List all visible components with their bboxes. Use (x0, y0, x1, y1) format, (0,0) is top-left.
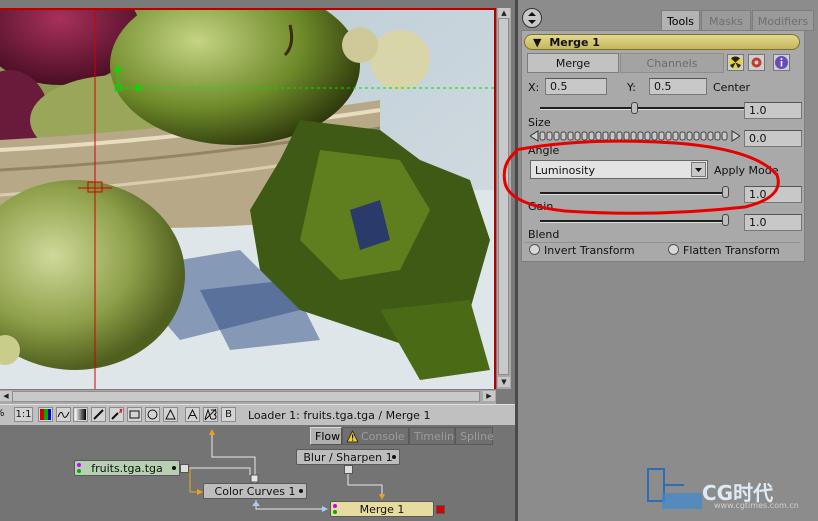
node-view-dot (77, 469, 81, 473)
blend-label: Blend (528, 228, 560, 241)
loader-node[interactable]: fruits.tga.tga (74, 460, 180, 476)
tools-panel: Tools Masks Modifiers ▼ Merge 1 Merge Ch… (515, 0, 818, 521)
magic-wand-icon[interactable] (109, 407, 124, 422)
invert-transform-label: Invert Transform (544, 244, 635, 257)
color-curves-node-label: Color Curves 1 (214, 485, 296, 498)
center-slider-handle[interactable] (631, 102, 638, 114)
horizontal-scroll-thumb[interactable] (12, 391, 480, 402)
color-curves-node[interactable]: Color Curves 1 (203, 483, 307, 499)
tab-masks[interactable]: Masks (701, 10, 751, 31)
center-slider-input[interactable]: 1.0 (744, 102, 802, 119)
center-y-label: Y: (627, 81, 636, 94)
zoom-percent-button[interactable]: % (0, 407, 5, 422)
scroll-down-icon[interactable]: ▼ (498, 377, 510, 387)
panel-scroll-button[interactable] (522, 8, 542, 28)
loader-node-label: fruits.tga.tga (91, 462, 163, 475)
gradient-tool-icon[interactable] (73, 407, 88, 422)
cg-times-watermark: CG时代 www.cgtimes.com.cn (644, 463, 814, 517)
text-tool-icon[interactable] (185, 407, 200, 422)
tool-header[interactable]: ▼ Merge 1 (524, 34, 800, 50)
subtab-channels[interactable]: Channels (620, 53, 724, 73)
buffer-b-button[interactable]: B (221, 407, 236, 422)
paint-tool-icon[interactable] (91, 407, 106, 422)
merge-node[interactable]: Merge 1 (330, 501, 434, 517)
spline-tool-icon[interactable] (56, 407, 71, 422)
center-x-input[interactable]: 0.5 (545, 78, 607, 95)
node-input-dot (77, 463, 81, 467)
radiation-icon[interactable] (727, 54, 744, 71)
watermark-url: www.cgtimes.com.cn (714, 501, 799, 510)
node-output-dot (172, 466, 176, 470)
rectangle-mask-icon[interactable] (127, 407, 142, 422)
node-input-dot (333, 504, 337, 508)
blur-sharpen-node-label: Blur / Sharpen 1 (303, 451, 393, 464)
apply-mode-highlight (502, 139, 780, 215)
merge-output-port[interactable] (436, 505, 445, 514)
flatten-transform-label: Flatten Transform (683, 244, 780, 257)
subtab-merge[interactable]: Merge (527, 53, 619, 73)
node-output-dot (392, 455, 396, 459)
center-slider[interactable] (540, 107, 745, 110)
rgb-channel-icon[interactable] (38, 407, 53, 422)
loader-output-port[interactable] (180, 464, 189, 473)
blur-output-port[interactable] (344, 465, 353, 474)
node-view-dot (333, 510, 337, 514)
invert-transform-radio[interactable] (529, 244, 540, 255)
center-y-input[interactable]: 0.5 (649, 78, 707, 95)
viewer-toolbar: % 1:1 B Loader 1: fruits.tga.tga / Merge… (0, 404, 515, 426)
tool-name: Merge 1 (549, 36, 600, 49)
flatten-transform-radio[interactable] (668, 244, 679, 255)
viewer[interactable]: ▲ ▼ ◀ ▶ % 1:1 B Loader 1: fruits.tga.tga… (0, 0, 515, 430)
viewer-status-text: Loader 1: fruits.tga.tga / Merge 1 (248, 409, 431, 422)
node-output-dot (299, 489, 303, 493)
scroll-right-icon[interactable]: ▶ (483, 391, 495, 401)
flow-editor[interactable]: Flow Console Timeline Spline fruits.tga.… (0, 425, 515, 521)
up-down-arrows-icon (528, 12, 536, 24)
scroll-up-icon[interactable]: ▲ (498, 8, 510, 18)
ab-compare-icon[interactable] (203, 407, 218, 422)
scroll-left-icon[interactable]: ◀ (0, 391, 12, 401)
merge-node-label: Merge 1 (359, 503, 405, 516)
center-x-label: X: (528, 81, 540, 94)
blur-sharpen-node[interactable]: Blur / Sharpen 1 (296, 449, 400, 465)
center-label: Center (713, 81, 751, 94)
viewer-image[interactable] (0, 8, 496, 389)
fruit-basket-image (0, 10, 494, 389)
info-icon[interactable] (773, 54, 790, 71)
gear-icon[interactable] (748, 54, 765, 71)
zoom-one-to-one-button[interactable]: 1:1 (14, 407, 33, 422)
tab-modifiers[interactable]: Modifiers (752, 10, 814, 31)
polygon-mask-icon[interactable] (163, 407, 178, 422)
collapse-arrow-icon: ▼ (533, 36, 542, 49)
size-label: Size (528, 116, 551, 129)
tab-tools[interactable]: Tools (661, 10, 700, 31)
horizontal-scrollbar[interactable]: ◀ ▶ (0, 389, 496, 404)
ellipse-mask-icon[interactable] (145, 407, 160, 422)
